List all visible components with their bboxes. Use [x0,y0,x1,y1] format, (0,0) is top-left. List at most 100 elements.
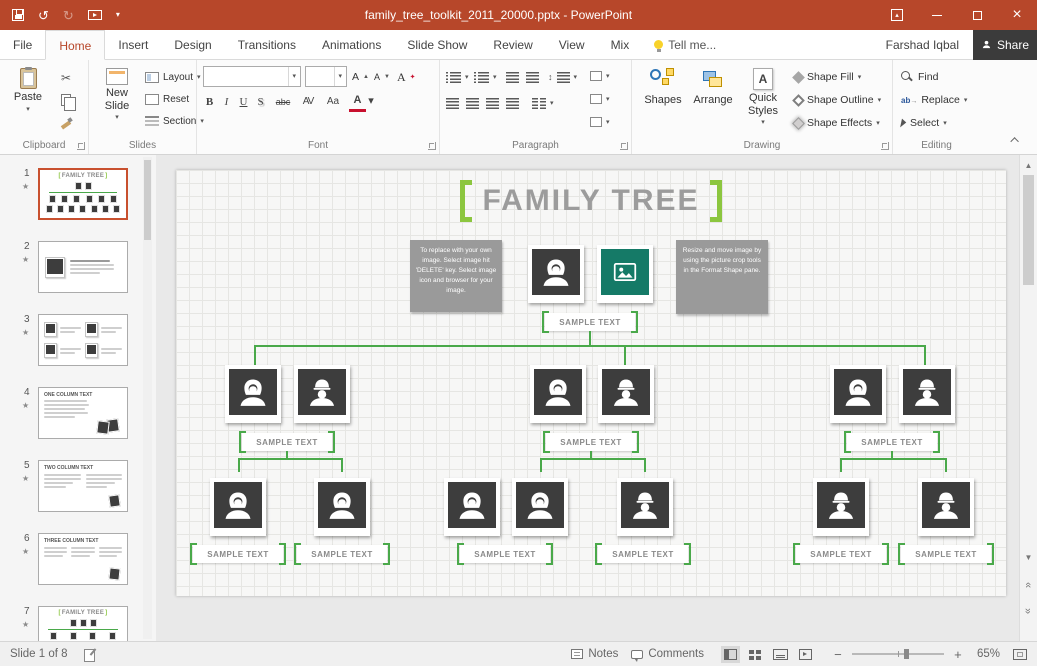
animation-star-icon[interactable]: ★ [22,182,29,191]
start-slideshow-icon[interactable] [88,10,102,20]
tab-slide-show[interactable]: Slide Show [394,30,480,59]
slide-5-thumbnail[interactable]: TWO COLUMN TEXT [38,460,128,512]
slide-7-thumbnail[interactable]: FAMILY TREE [38,606,128,641]
sample-text-label[interactable]: SAMPLE TEXT [545,313,635,331]
photo-placeholder[interactable] [512,478,568,536]
slide-thumbnail-item-5[interactable]: 5 ★ TWO COLUMN TEXT [38,460,128,512]
photo-placeholder[interactable] [530,365,586,423]
slide-thumbnail-item-7[interactable]: 7 ★ FAMILY TREE [38,606,128,641]
animation-star-icon[interactable]: ★ [22,255,29,264]
character-spacing-button[interactable]: AV [297,91,319,112]
change-case-button[interactable]: Aa [323,91,343,112]
zoom-slider-thumb[interactable] [904,649,909,659]
comments-button[interactable]: Comments [631,648,704,660]
close-button[interactable]: × [997,0,1037,30]
columns-button[interactable]: ▾ [532,93,554,113]
bullets-button[interactable]: ▾ [446,67,469,87]
strikethrough-button[interactable]: abc [271,91,295,112]
animation-star-icon[interactable]: ★ [22,474,29,483]
photo-placeholder[interactable] [314,478,370,536]
tab-transitions[interactable]: Transitions [225,30,309,59]
justify-button[interactable] [506,93,519,113]
slide-show-view-icon[interactable] [798,648,813,661]
slide-title-text[interactable]: FAMILY TREE [482,184,699,218]
vertical-scrollbar[interactable]: ▲ ▼ « « [1019,155,1037,641]
reading-view-icon[interactable] [773,648,788,661]
slide-panel[interactable]: 1 ★ FAMILY TREE 2 ★ [0,155,156,641]
animation-star-icon[interactable]: ★ [22,401,29,410]
drawing-dialog-launcher[interactable] [881,142,889,150]
sample-text-label[interactable]: SAMPLE TEXT [460,545,550,563]
photo-placeholder[interactable] [813,478,869,536]
tab-mix[interactable]: Mix [598,30,643,59]
format-painter-button[interactable] [56,112,76,132]
sample-text-label[interactable]: SAMPLE TEXT [242,433,332,451]
proofing-icon[interactable] [84,648,97,661]
shape-effects-button[interactable]: Shape Effects▾ [794,113,880,133]
photo-placeholder[interactable] [598,365,654,423]
fit-slide-to-window-icon[interactable] [1013,649,1027,660]
ribbon-display-options-icon[interactable]: ▴ [877,0,917,30]
clear-formatting-button[interactable]: A✦ [397,67,416,87]
replace-button[interactable]: abReplace▾ [901,90,967,110]
find-button[interactable]: Find [901,67,938,87]
shapes-button[interactable]: Shapes [640,65,686,131]
zoom-level[interactable]: 65% [977,648,1000,660]
slide-canvas[interactable]: FAMILY TREE To replace with your own ima… [156,155,1019,641]
slide-thumbnail-item-2[interactable]: 2 ★ [38,241,128,293]
align-center-button[interactable] [466,93,479,113]
text-direction-button[interactable]: ▾ [590,66,610,86]
sample-text-label[interactable]: SAMPLE TEXT [796,545,886,563]
slide-title-group[interactable]: FAMILY TREE [176,180,1006,222]
paste-button[interactable]: Paste ▾ [5,65,51,131]
slide-1-thumbnail[interactable]: FAMILY TREE [38,168,128,220]
notes-button[interactable]: Notes [571,648,618,660]
animation-star-icon[interactable]: ★ [22,620,29,629]
sample-text-label[interactable]: SAMPLE TEXT [598,545,688,563]
cut-button[interactable]: ✂ [56,68,76,88]
align-left-button[interactable] [446,93,459,113]
underline-button[interactable]: U [235,91,252,112]
layout-button[interactable]: Layout▾ [145,67,201,87]
tab-design[interactable]: Design [161,30,224,59]
previous-slide-button[interactable]: « [1020,577,1037,593]
photo-placeholder[interactable] [528,245,584,303]
maximize-button[interactable] [957,0,997,30]
minimize-button[interactable] [917,0,957,30]
photo-placeholder[interactable] [294,365,350,423]
tab-file[interactable]: File [0,30,45,59]
zoom-slider[interactable] [852,653,944,655]
scroll-down-icon[interactable]: ▼ [1020,549,1037,565]
grow-font-button[interactable]: A▲ [352,67,369,87]
next-slide-button[interactable]: « [1020,603,1037,619]
copy-button[interactable] [56,90,76,110]
bold-button[interactable]: B [201,91,218,112]
photo-placeholder[interactable] [830,365,886,423]
select-button[interactable]: Select▾ [901,113,947,133]
slide-4-thumbnail[interactable]: ONE COLUMN TEXT [38,387,128,439]
slide-sorter-view-icon[interactable] [748,648,763,661]
paragraph-dialog-launcher[interactable] [620,142,628,150]
undo-icon[interactable]: ↺ [38,9,49,22]
slide-3-thumbnail[interactable] [38,314,128,366]
reset-button[interactable]: Reset [145,89,189,109]
animation-star-icon[interactable]: ★ [22,547,29,556]
photo-placeholder[interactable] [597,245,653,303]
text-shadow-button[interactable]: S [252,91,269,112]
slide-counter[interactable]: Slide 1 of 8 [10,648,68,660]
slide-thumbnail-item-1[interactable]: 1 ★ FAMILY TREE [38,168,128,220]
instruction-note-right[interactable]: Resize and move image by using the pictu… [676,240,768,314]
tell-me-box[interactable]: Tell me... [642,30,728,59]
tab-review[interactable]: Review [480,30,545,59]
instruction-note-left[interactable]: To replace with your own image. Select i… [410,240,502,312]
photo-placeholder[interactable] [444,478,500,536]
arrange-button[interactable]: Arrange [690,65,736,131]
increase-indent-button[interactable] [526,67,539,87]
save-icon[interactable] [12,9,24,21]
quick-styles-button[interactable]: A Quick Styles ▾ [740,65,786,131]
share-button[interactable]: Share [973,30,1037,60]
normal-view-icon[interactable] [723,648,738,661]
section-button[interactable]: Section▾ [145,111,204,131]
collapse-ribbon-icon[interactable] [1009,134,1023,146]
font-color-arrow-icon[interactable]: ▾ [366,91,376,112]
